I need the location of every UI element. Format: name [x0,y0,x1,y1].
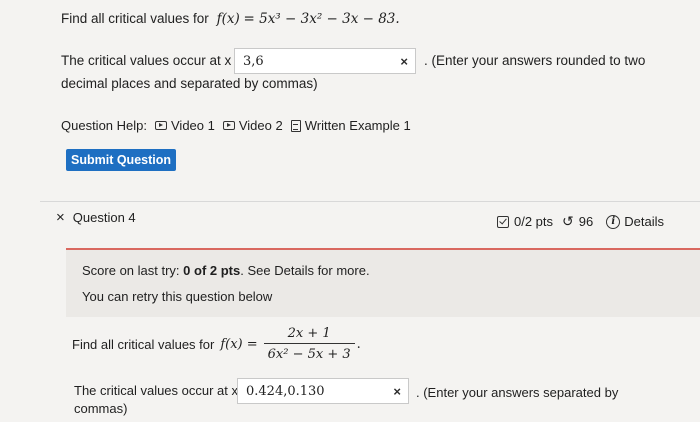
video-icon [155,121,167,130]
q3-answer-label: The critical values occur at x = [61,53,243,68]
q3-hint-part1: . (Enter your answers rounded to two [424,53,646,68]
score-last-try: Score on last try: 0 of 2 pts. See Detai… [82,263,370,278]
q4-header[interactable]: × Question 4 [56,209,136,226]
incorrect-icon: × [56,209,65,226]
q4-score: 0/2 pts [514,214,554,229]
question-help: Question Help: Video 1 Video 2 Written E… [61,118,411,133]
details-button[interactable]: i Details [606,214,664,229]
q4-meta: 0/2 pts ↺ 96 i Details [497,213,664,230]
info-icon: i [606,214,621,229]
score-feedback-panel [66,250,700,317]
question-help-label: Question Help: [61,118,147,133]
help-link-video-2-label: Video 2 [238,118,283,133]
section-divider [40,201,700,202]
q4-numerator: 2x + 1 [287,326,331,341]
details-label: Details [624,214,664,229]
q4-clear-icon[interactable]: × [393,384,408,399]
q3-prompt-text: Find all critical values for [61,11,209,26]
video-icon [222,121,235,130]
q4-prompt-text: Find all critical values for [72,336,215,352]
score-check-icon [497,215,509,228]
q3-answer-value: 3,6 [243,53,264,69]
q4-answer-input[interactable]: 0.424,0.130 × [237,378,409,404]
help-link-written-example[interactable]: Written Example 1 [290,118,411,133]
q4-hint-part1: . (Enter your answers separated by [416,385,619,400]
submit-question-button[interactable]: Submit Question [66,149,176,171]
q4-hint-part2: commas) [74,401,128,416]
q4-function-lhs: f(x) = [220,336,258,352]
q3-clear-icon[interactable]: × [400,54,415,69]
q4-attempts: 96 [578,214,594,229]
q3-answer-input[interactable]: 3,6 × [234,48,416,74]
q4-title: Question 4 [72,210,136,225]
q3-function-rhs: 5x³ − 3x² − 3x − 83. [259,11,400,27]
score-last-try-value: 0 of 2 pts [183,263,241,278]
q4-prompt: Find all critical values for f(x) = 2x +… [72,326,361,362]
help-link-video-1[interactable]: Video 1 [155,118,215,133]
q3-prompt: Find all critical values for f(x) = 5x³ … [61,11,400,27]
help-link-video-1-label: Video 1 [171,118,215,133]
retry-message: You can retry this question below [82,289,273,304]
score-last-try-prefix: Score on last try: [82,263,180,278]
q3-hint-part2: decimal places and separated by commas) [61,76,318,91]
q3-function-lhs: f(x) [216,11,240,27]
q4-denominator: 6x² − 5x + 3 [263,343,355,362]
retry-icon: ↺ [562,213,574,229]
q4-fraction: 2x + 1 6x² − 5x + 3 [263,326,355,362]
help-link-written-example-label: Written Example 1 [304,118,411,133]
q4-answer-label: The critical values occur at x = [74,383,250,398]
score-last-try-suffix: . See Details for more. [240,263,370,278]
help-link-video-2[interactable]: Video 2 [222,118,283,133]
document-icon [290,119,301,132]
q4-answer-value: 0.424,0.130 [246,383,325,399]
